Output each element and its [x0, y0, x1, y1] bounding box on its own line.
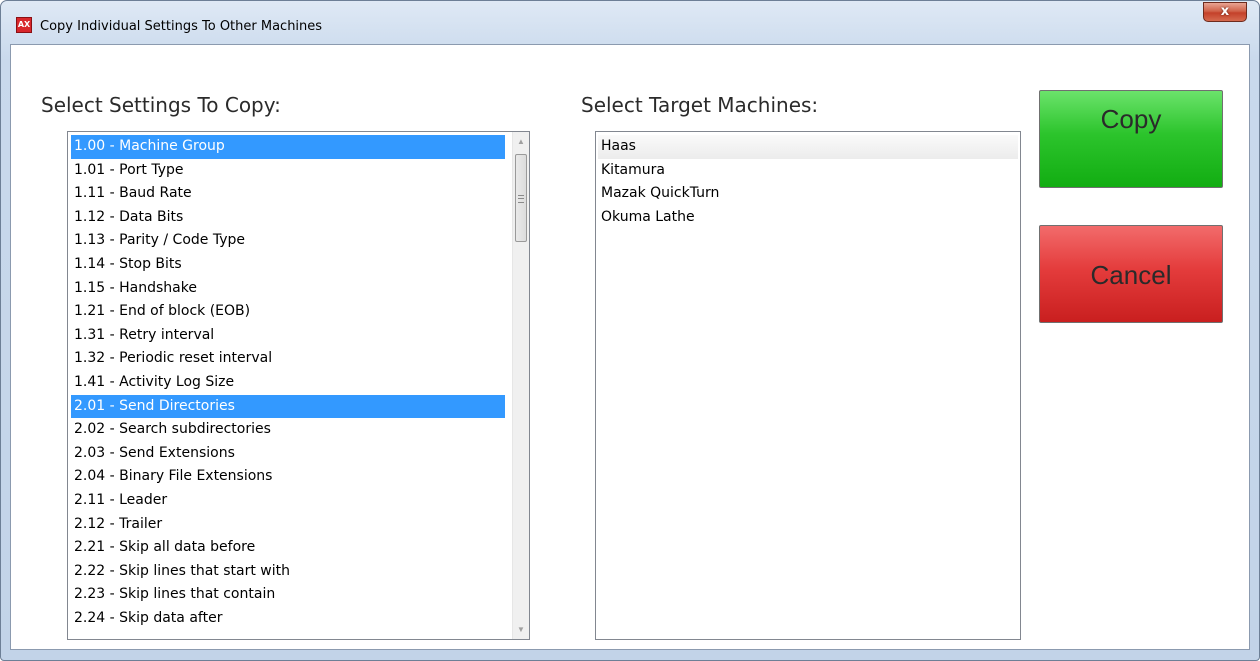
target-machine-item[interactable]: Mazak QuickTurn: [598, 182, 1018, 206]
settings-list-item[interactable]: 1.00 - Machine Group: [71, 135, 505, 159]
scroll-thumb[interactable]: [515, 154, 527, 242]
target-machine-item[interactable]: Okuma Lathe: [598, 206, 1018, 230]
settings-list-item[interactable]: 1.32 - Periodic reset interval: [71, 347, 505, 371]
copy-button[interactable]: Copy: [1039, 90, 1223, 188]
settings-list-item[interactable]: 1.41 - Activity Log Size: [71, 371, 505, 395]
targets-label: Select Target Machines:: [581, 93, 819, 117]
settings-list-item[interactable]: 1.31 - Retry interval: [71, 324, 505, 348]
close-button[interactable]: x: [1203, 2, 1247, 22]
cancel-button-label: Cancel: [1090, 260, 1172, 290]
target-machine-item[interactable]: Haas: [598, 135, 1018, 159]
settings-list-item[interactable]: 2.23 - Skip lines that contain: [71, 583, 505, 607]
settings-list-item[interactable]: 2.24 - Skip data after: [71, 607, 505, 631]
settings-list-item[interactable]: 2.22 - Skip lines that start with: [71, 560, 505, 584]
settings-list-item[interactable]: 1.14 - Stop Bits: [71, 253, 505, 277]
target-machine-item[interactable]: Kitamura: [598, 159, 1018, 183]
dialog-window: AX Copy Individual Settings To Other Mac…: [0, 0, 1260, 661]
settings-list-item[interactable]: 1.12 - Data Bits: [71, 206, 505, 230]
settings-listbox[interactable]: 1.00 - Machine Group 1.01 - Port Type 1.11…: [67, 131, 530, 640]
settings-list-item[interactable]: 2.01 - Send Directories: [71, 394, 505, 419]
settings-scrollbar[interactable]: ▲ ▼: [512, 132, 529, 639]
scroll-down-arrow-icon[interactable]: ▼: [513, 621, 529, 638]
app-logo-icon: AX: [16, 17, 32, 33]
settings-list-item[interactable]: 2.21 - Skip all data before: [71, 536, 505, 560]
settings-list-item[interactable]: 1.15 - Handshake: [71, 277, 505, 301]
targets-listbox[interactable]: Haas Kitamura Mazak QuickTurn Okuma Lathe: [595, 131, 1021, 640]
settings-list-item[interactable]: 2.11 - Leader: [71, 489, 505, 513]
targets-list: Haas Kitamura Mazak QuickTurn Okuma Lathe: [598, 135, 1018, 229]
settings-list-item[interactable]: 2.12 - Trailer: [71, 513, 505, 537]
settings-list-item[interactable]: 1.11 - Baud Rate: [71, 182, 505, 206]
settings-list-item[interactable]: 1.01 - Port Type: [71, 159, 505, 183]
cancel-button[interactable]: Cancel: [1039, 225, 1223, 323]
dialog-content: Select Settings To Copy: 1.00 - Machine …: [10, 44, 1250, 650]
scroll-up-arrow-icon[interactable]: ▲: [513, 133, 529, 150]
settings-list-item[interactable]: 2.04 - Binary File Extensions: [71, 465, 505, 489]
settings-list: 1.00 - Machine Group 1.01 - Port Type 1.11…: [71, 135, 505, 630]
settings-list-item[interactable]: 2.03 - Send Extensions: [71, 442, 505, 466]
settings-label: Select Settings To Copy:: [41, 93, 281, 117]
window-title: Copy Individual Settings To Other Machin…: [40, 19, 323, 34]
settings-list-item[interactable]: 1.21 - End of block (EOB): [71, 300, 505, 324]
copy-button-label: Copy: [1100, 104, 1162, 134]
settings-list-item[interactable]: 2.02 - Search subdirectories: [71, 418, 505, 442]
grip-icon: [518, 195, 524, 203]
settings-list-item[interactable]: 1.13 - Parity / Code Type: [71, 229, 505, 253]
title-bar[interactable]: AX Copy Individual Settings To Other Mac…: [1, 1, 1259, 45]
